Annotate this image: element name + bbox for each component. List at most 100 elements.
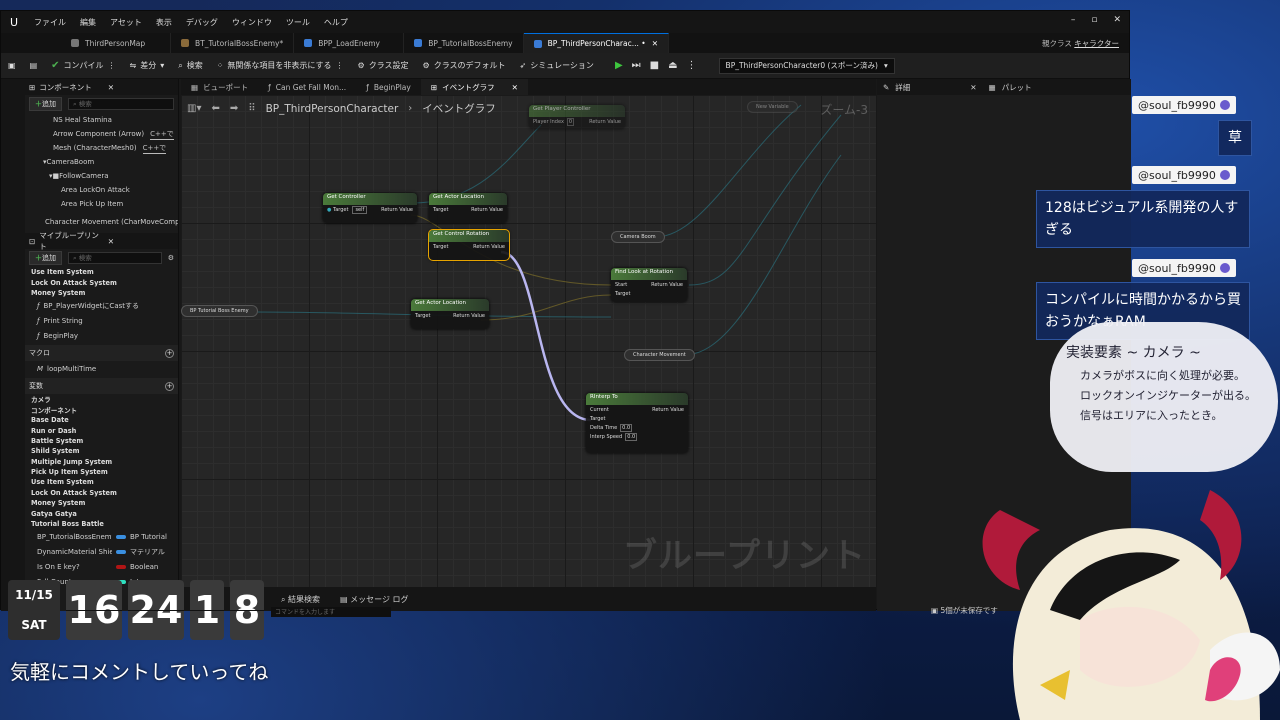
menu-window[interactable]: ウィンドウ [225,17,279,28]
var-category[interactable]: Gatya Gatya [25,508,178,518]
component-item[interactable]: Arrow Component (Arrow) C++で [25,127,178,141]
var-category[interactable]: Use Item System [25,477,178,487]
close-icon[interactable]: ✕ [1113,15,1121,25]
tab-thirdpersonmap[interactable]: ThirdPersonMap [61,33,171,53]
node-camera-boom[interactable]: Camera Boom [611,231,665,243]
tab-close-icon[interactable]: ✕ [652,39,658,48]
menu-debug[interactable]: デバッグ [179,17,225,28]
function-item[interactable]: ƒ BeginPlay [25,328,178,343]
tab-palette[interactable]: ▦ パレット [983,79,1038,95]
graph-options-icon[interactable]: ▥▾ [187,103,201,114]
macros-category[interactable]: マクロ + [25,345,178,362]
variable-item[interactable]: DynamicMaterial Shield マテリアル [25,544,178,559]
gear-icon[interactable]: ⚙ [168,254,174,262]
var-category[interactable]: Multiple Jump System [25,457,178,467]
node-get-player-controller[interactable]: Get Player Controller Player Index 0 Retur… [529,105,625,129]
node-find-look-at-rotation[interactable]: Find Look at Rotation Start Return Value … [611,268,687,302]
component-item[interactable]: Mesh (CharacterMesh0) C++で [25,141,178,155]
unreal-logo-icon[interactable]: U [1,11,27,33]
var-category[interactable]: Pick Up Item System [25,467,178,477]
function-item[interactable]: ƒ Print String [25,313,178,328]
play-icon[interactable]: ▶ [615,60,623,71]
compile-button[interactable]: ✔ コンパイル ⋮ [44,53,122,79]
breadcrumb-graph[interactable]: イベントグラフ [422,101,496,116]
class-defaults-button[interactable]: ⚙ クラスのデフォルト [416,53,513,79]
menu-help[interactable]: ヘルプ [317,17,355,28]
search-button[interactable]: ⌕ 検索 [171,53,209,79]
maximize-icon[interactable]: ▫ [1091,15,1097,25]
node-new-variable[interactable]: New Variable [747,101,798,113]
tab-beginplay[interactable]: ƒ BeginPlay [356,79,421,95]
graph-category[interactable]: Use Item System [25,267,178,277]
add-variable-icon[interactable]: + [165,381,174,391]
parent-class-link[interactable]: キャラクター [1074,39,1119,48]
tab-details[interactable]: ✎ 詳細 ✕ [877,79,983,95]
var-category[interactable]: Base Date [25,415,178,425]
add-component-button[interactable]: ＋追加 [29,97,62,111]
macro-item[interactable]: MloopMultiTime [25,361,178,376]
close-icon[interactable]: ✕ [108,83,114,92]
tab-event-graph[interactable]: ⊞ イベントグラフ ✕ [420,79,528,95]
save-button[interactable]: ▣ [1,53,23,79]
tab-viewport[interactable]: ▦ ビューポート [181,79,258,95]
tab-bpp-loadenemy[interactable]: BPP_LoadEnemy [294,33,405,53]
var-category[interactable]: Shild System [25,446,178,456]
component-item[interactable]: Area Pick Up Item [25,197,178,211]
tab-bt-tutorialbossenemy[interactable]: BT_TutorialBossEnemy* [171,33,295,53]
component-item[interactable]: Character Movement (CharMoveComp) [25,215,178,229]
myblueprint-search-input[interactable]: ⌕ 検索 [68,252,162,264]
variables-category[interactable]: 変数 + [25,378,178,395]
var-category[interactable]: Run or Dash [25,425,178,435]
tab-bp-tutorialbossenemy[interactable]: BP_TutorialBossEnemy [404,33,524,53]
close-icon[interactable]: ✕ [108,237,114,246]
node-get-control-rotation[interactable]: Get Control Rotation Target Return Value [428,229,510,261]
function-item[interactable]: ƒ BP_PlayerWidgetにCastする [25,298,178,313]
pin-icon[interactable]: ● [327,207,331,213]
minimize-icon[interactable]: – [1071,15,1076,25]
hide-unrelated-button[interactable]: ⁘ 無関係な項目を非表示にする ⋮ [210,53,351,79]
component-item[interactable]: ▾ ■ FollowCamera [25,169,178,183]
close-icon[interactable]: ✕ [512,83,518,92]
variable-item[interactable]: Is On E key? Boolean [25,559,178,574]
blueprint-graph[interactable]: ▥▾ ⬅ ➡ ⠿ BP_ThirdPersonCharacter › イベントグ… [181,95,876,587]
node-character-movement[interactable]: Character Movement [624,349,695,361]
component-item[interactable]: Area LockOn Attack [25,183,178,197]
eject-icon[interactable]: ⏏ [668,60,677,71]
graph-category[interactable]: Lock On Attack System [25,277,178,287]
add-member-button[interactable]: ＋追加 [29,251,62,265]
cpp-link[interactable]: C++で [150,129,174,140]
more-icon[interactable]: ⋮ [336,61,344,70]
close-icon[interactable]: ✕ [970,83,976,92]
component-item[interactable]: NS Heal Stamina [25,113,178,127]
var-category[interactable]: コンポーネント [25,405,178,415]
node-bp-tutorial-boss-enemy[interactable]: BP Tutorial Boss Enemy [181,305,258,317]
command-input[interactable]: コマンドを入力します [271,607,391,617]
stop-icon[interactable]: ■ [650,60,659,71]
node-rinterp-to[interactable]: RInterp To Current Return Value Target De… [586,393,688,453]
var-category[interactable]: Money System [25,498,178,508]
menu-view[interactable]: 表示 [149,17,179,28]
simulation-button[interactable]: ➶ シミュレーション [513,53,601,79]
var-category[interactable]: カメラ [25,394,178,404]
menu-tools[interactable]: ツール [279,17,317,28]
var-category[interactable]: Lock On Attack System [25,488,178,498]
components-search-input[interactable]: ⌕ 検索 [68,98,174,110]
tab-find-results[interactable]: ⌕ 結果検索 [281,594,320,605]
tab-can-get-fall[interactable]: ƒ Can Get Fall Mon... [258,79,356,95]
menu-asset[interactable]: アセット [103,17,149,28]
var-category[interactable]: Battle System [25,436,178,446]
node-get-controller[interactable]: Get Controller ● Target self Return Value [323,193,417,223]
graph-category[interactable]: Money System [25,288,178,298]
browse-button[interactable]: ▤ [23,53,45,79]
more-icon[interactable]: ⋮ [108,61,116,70]
tab-message-log[interactable]: ▤ メッセージ ログ [340,594,409,605]
var-category[interactable]: Tutorial Boss Battle [25,519,178,529]
diff-button[interactable]: ⇋ 差分 ▾ [123,53,172,79]
node-get-actor-location-1[interactable]: Get Actor Location Target Return Value [429,193,507,223]
tab-bp-thirdpersoncharacter[interactable]: BP_ThirdPersonCharac... • ✕ [523,33,669,53]
cpp-link[interactable]: C++で [142,143,167,154]
variable-item[interactable]: BP_TutorialBossEnemy BP Tutorial [25,529,178,544]
step-icon[interactable]: ⏭ [632,60,641,71]
debug-object-select[interactable]: BP_ThirdPersonCharacter0 (スポーン済み) ▾ [718,57,895,74]
add-macro-icon[interactable]: + [165,348,174,358]
